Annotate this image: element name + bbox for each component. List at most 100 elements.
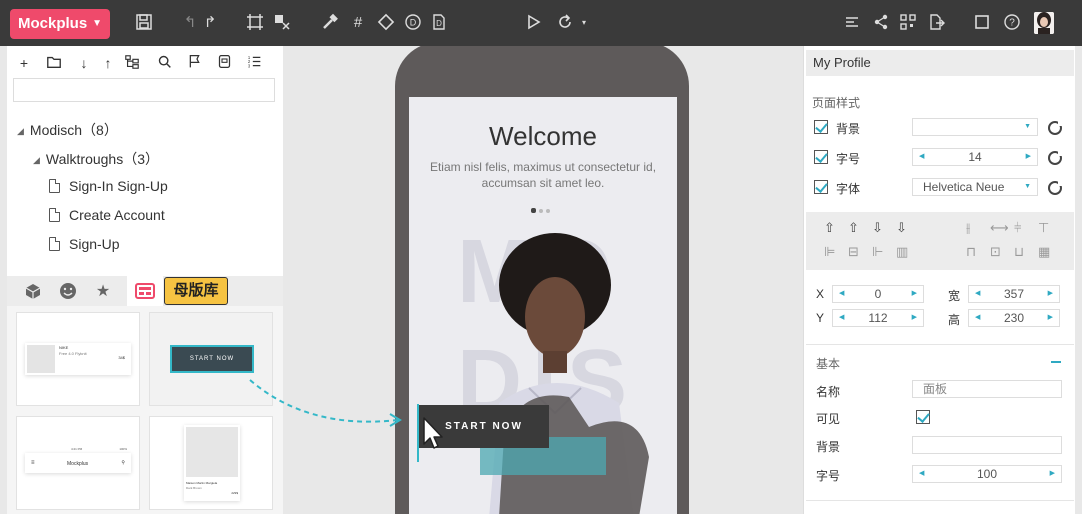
- tab-icons[interactable]: [58, 282, 78, 302]
- background-color-field[interactable]: [912, 436, 1062, 454]
- font-family-select[interactable]: Helvetica Neue ▼: [912, 178, 1038, 196]
- tree-page-create-account[interactable]: Create Account: [49, 207, 165, 223]
- decrement-icon[interactable]: ◀: [919, 466, 924, 482]
- tree-page-sign-in[interactable]: Sign-In Sign-Up: [49, 178, 168, 194]
- send-backward-icon[interactable]: ⇩: [872, 220, 883, 236]
- increment-icon[interactable]: ▶: [1050, 466, 1055, 482]
- bring-to-front-icon[interactable]: ⇧: [824, 220, 835, 236]
- align-top-icon[interactable]: ⊓: [966, 244, 976, 260]
- card-status-time: 4:21 PM: [71, 447, 83, 451]
- avatar[interactable]: [1034, 12, 1054, 34]
- share-icon[interactable]: [871, 13, 891, 33]
- reset-icon[interactable]: [1048, 181, 1063, 195]
- component-icon[interactable]: [272, 13, 292, 33]
- qr-icon[interactable]: [898, 13, 918, 33]
- master-card-product[interactable]: NIKE Free 4.0 Flyknit 34$: [16, 312, 140, 406]
- tab-masters[interactable]: [127, 276, 163, 306]
- align-center-icon[interactable]: ⊟: [848, 244, 859, 260]
- align-bottom-icon[interactable]: ⊔: [1014, 244, 1024, 260]
- left-panel: + ↓ ↑ 123 ◢ Modisch（8） ◢ Walktroughs（3） Si…: [7, 46, 283, 514]
- increment-icon[interactable]: ▶: [912, 286, 917, 302]
- card-navbar-preview: 4:21 PM 100% ≡ Mockplus ⚲: [25, 447, 131, 473]
- sync-icon[interactable]: [555, 13, 575, 33]
- master-card-product-detail[interactable]: Maison Martin Margiela Dark Brown 229$: [149, 416, 273, 510]
- expand-triangle-icon[interactable]: ◢: [33, 155, 40, 165]
- d-icon[interactable]: D: [403, 13, 423, 33]
- tree-page-sign-up[interactable]: Sign-Up: [49, 236, 120, 252]
- y-stepper[interactable]: ◀ 112 ▶: [832, 309, 924, 327]
- name-input[interactable]: 面板: [912, 380, 1062, 398]
- folder-icon[interactable]: [45, 54, 63, 72]
- align-middle-icon[interactable]: ⊡: [990, 244, 1001, 260]
- font-size-stepper[interactable]: ◀ 14 ▶: [912, 148, 1038, 166]
- tree-root-label: Modisch（8）: [29, 122, 118, 138]
- decrement-icon[interactable]: ◀: [839, 286, 844, 302]
- document-d-icon[interactable]: D: [429, 13, 449, 33]
- eraser-icon[interactable]: [376, 13, 396, 33]
- increment-icon[interactable]: ▶: [912, 310, 917, 326]
- decrement-icon[interactable]: ◀: [919, 149, 924, 165]
- align-left-icon[interactable]: ⊫: [824, 244, 835, 260]
- move-down-icon[interactable]: ↓: [75, 54, 93, 72]
- height-label: 高: [948, 313, 961, 327]
- space-horizontal-icon[interactable]: ⟷: [990, 220, 1009, 236]
- search-icon[interactable]: [155, 54, 173, 72]
- send-to-back-icon[interactable]: ⇩: [896, 220, 907, 236]
- font-size-checkbox[interactable]: [814, 150, 828, 164]
- hierarchy-icon[interactable]: [123, 54, 141, 72]
- align-right-icon[interactable]: ⊩: [872, 244, 883, 260]
- play-icon[interactable]: [523, 13, 543, 33]
- card-title: NIKE: [59, 345, 69, 350]
- reset-icon[interactable]: [1048, 121, 1063, 135]
- distribute-vertical-icon[interactable]: ▦: [1038, 244, 1050, 260]
- background-checkbox[interactable]: [814, 120, 828, 134]
- increment-icon[interactable]: ▶: [1048, 286, 1053, 302]
- save-icon[interactable]: [134, 13, 154, 33]
- background-color-select[interactable]: ▼: [912, 118, 1038, 136]
- brand-menu-button[interactable]: Mockplus ▼: [10, 9, 110, 39]
- hammer-icon[interactable]: [320, 13, 340, 33]
- redo-icon[interactable]: ↱: [200, 13, 220, 33]
- font-size-stepper-2[interactable]: ◀ 100 ▶: [912, 465, 1062, 483]
- expand-triangle-icon[interactable]: ◢: [17, 126, 24, 136]
- tree-group-walktroughs[interactable]: ◢ Walktroughs（3）: [33, 149, 159, 169]
- page-search-input[interactable]: [13, 78, 275, 102]
- export-icon[interactable]: [926, 13, 946, 33]
- tree-root[interactable]: ◢ Modisch（8）: [17, 120, 118, 140]
- welcome-subtitle: Etiam nisl felis, maximus ut consectetur…: [429, 160, 657, 190]
- increment-icon[interactable]: ▶: [1048, 310, 1053, 326]
- width-stepper[interactable]: ◀ 357 ▶: [968, 285, 1060, 303]
- visible-checkbox[interactable]: [916, 410, 930, 424]
- flag-icon[interactable]: [185, 54, 203, 72]
- tab-components[interactable]: [23, 282, 43, 302]
- move-up-icon[interactable]: ↑: [99, 54, 117, 72]
- align-vcenter-icon[interactable]: ⫩: [1014, 220, 1021, 236]
- device-icon[interactable]: [215, 54, 233, 72]
- decrement-icon[interactable]: ◀: [975, 310, 980, 326]
- reset-icon[interactable]: [1048, 151, 1063, 165]
- x-stepper[interactable]: ◀ 0 ▶: [832, 285, 924, 303]
- align-top-edge-icon[interactable]: ⊤: [1038, 220, 1049, 236]
- crop-icon[interactable]: #: [348, 13, 368, 33]
- list-icon[interactable]: 123: [245, 54, 263, 72]
- height-stepper[interactable]: ◀ 230 ▶: [968, 309, 1060, 327]
- master-card-navbar[interactable]: 4:21 PM 100% ≡ Mockplus ⚲: [16, 416, 140, 510]
- undo-icon[interactable]: ↰: [180, 13, 200, 33]
- align-icon[interactable]: [842, 13, 862, 33]
- decrement-icon[interactable]: ◀: [975, 286, 980, 302]
- increment-icon[interactable]: ▶: [1026, 149, 1031, 165]
- decrement-icon[interactable]: ◀: [839, 310, 844, 326]
- align-hcenter-icon[interactable]: ⫲: [966, 220, 970, 236]
- bring-forward-icon[interactable]: ⇧: [848, 220, 859, 236]
- design-canvas[interactable]: MO DIS Welcome Etiam nisl felis, maximus…: [283, 46, 803, 514]
- help-icon[interactable]: ?: [1002, 13, 1022, 33]
- frame-icon[interactable]: [245, 13, 265, 33]
- fullscreen-icon[interactable]: [972, 13, 992, 33]
- collapse-section-icon[interactable]: [1051, 361, 1061, 363]
- tab-favorites-star-icon[interactable]: ★: [93, 282, 113, 302]
- dropdown-caret-icon: ▼: [1024, 183, 1031, 190]
- add-icon[interactable]: +: [15, 54, 33, 72]
- distribute-icon[interactable]: ▥: [896, 244, 908, 260]
- font-checkbox[interactable]: [814, 180, 828, 194]
- sync-dropdown-icon[interactable]: ▾: [574, 13, 594, 33]
